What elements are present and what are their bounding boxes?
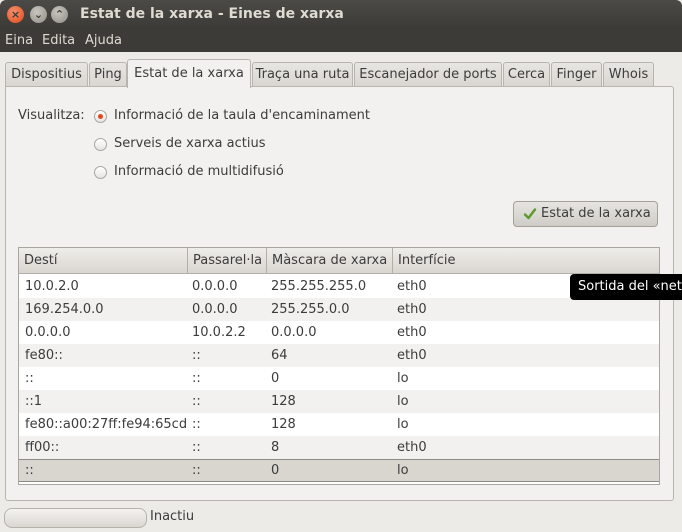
tab-whois[interactable]: Whois [603, 62, 654, 88]
menu-ajuda[interactable]: Ajuda [85, 33, 122, 48]
table-row[interactable]: 169.254.0.0 0.0.0.0 255.255.0.0 eth0 [19, 298, 659, 321]
cell-passarella: :: [192, 371, 201, 386]
cell-passarella: :: [192, 440, 201, 455]
netstat-button-label: Estat de la xarxa [541, 206, 651, 221]
tab-estat-xarxa[interactable]: Estat de la xarxa [127, 59, 251, 88]
cell-passarella: 0.0.0.0 [192, 302, 238, 317]
cell-passarella: 10.0.2.2 [192, 325, 246, 340]
cell-mascara: 128 [271, 417, 296, 432]
cell-desti: ::1 [25, 394, 43, 409]
cell-desti: fe80:: [25, 348, 63, 363]
progress-bar [4, 508, 147, 528]
cell-mascara: 64 [271, 348, 288, 363]
cell-interficie: eth0 [397, 302, 427, 317]
window-title: Estat de la xarxa - Eines de xarxa [80, 6, 344, 22]
table-header: Destí Passarel·la Màscara de xarxa Inter… [19, 248, 659, 274]
cell-desti: fe80::a00:27ff:fe94:65cd [25, 417, 188, 432]
menu-edita[interactable]: Edita [42, 33, 75, 48]
cell-interficie: eth0 [397, 325, 427, 340]
cell-passarella: :: [192, 417, 201, 432]
status-text: Inactiu [150, 509, 195, 524]
menu-bar: Eina Edita Ajuda [0, 30, 682, 52]
table-row[interactable]: 10.0.2.0 0.0.0.0 255.255.255.0 eth0 [19, 275, 659, 298]
cell-passarella: :: [192, 348, 201, 363]
check-icon [523, 208, 537, 220]
maximize-window-button[interactable]: ⌃ [51, 6, 68, 23]
close-window-button[interactable]: × [7, 6, 24, 23]
routing-table[interactable]: Destí Passarel·la Màscara de xarxa Inter… [18, 247, 660, 485]
tab-dispositius[interactable]: Dispositius [5, 62, 88, 88]
column-header-mascara[interactable]: Màscara de xarxa [267, 248, 393, 274]
radio-unselected-icon[interactable] [94, 166, 107, 179]
cell-mascara: 0.0.0.0 [271, 325, 317, 340]
radio-routing-table-label: Informació de la taula d'encaminament [114, 108, 370, 123]
cell-passarella: :: [192, 394, 201, 409]
radio-active-services-label: Serveis de xarxa actius [114, 136, 266, 151]
tooltip: Sortida del «net [570, 274, 682, 300]
table-row[interactable]: fe80::a00:27ff:fe94:65cd :: 128 lo [19, 413, 659, 436]
netstat-button[interactable]: Estat de la xarxa [513, 201, 658, 227]
table-row[interactable]: ff00:: :: 8 eth0 [19, 436, 659, 459]
column-header-desti[interactable]: Destí [19, 248, 188, 274]
cell-passarella: 0.0.0.0 [192, 279, 238, 294]
cell-mascara: 0 [271, 463, 280, 478]
title-bar: × ⌄ ⌃ Estat de la xarxa - Eines de xarxa [0, 0, 682, 30]
column-header-interficie[interactable]: Interfície [393, 248, 659, 274]
tab-cerca[interactable]: Cerca [503, 62, 550, 88]
table-row[interactable]: :: :: 0 lo [19, 367, 659, 390]
menu-eina[interactable]: Eina [5, 33, 33, 48]
cell-desti: ff00:: [25, 440, 60, 455]
cell-desti: 169.254.0.0 [25, 302, 104, 317]
tab-finger[interactable]: Finger [551, 62, 602, 88]
minimize-window-button[interactable]: ⌄ [30, 6, 47, 23]
cell-interficie: eth0 [397, 348, 427, 363]
column-header-passarella[interactable]: Passarel·la [188, 248, 267, 274]
tab-ping[interactable]: Ping [89, 62, 127, 88]
cell-desti: 0.0.0.0 [25, 325, 71, 340]
cell-interficie: eth0 [397, 440, 427, 455]
cell-interficie: lo [397, 371, 409, 386]
cell-mascara: 128 [271, 394, 296, 409]
cell-interficie: lo [397, 463, 409, 478]
cell-passarella: :: [192, 463, 201, 478]
cell-desti: :: [25, 371, 34, 386]
table-row[interactable]: ::1 :: 128 lo [19, 390, 659, 413]
cell-desti: 10.0.2.0 [25, 279, 79, 294]
table-row-selected[interactable]: :: :: 0 lo [19, 459, 659, 482]
radio-unselected-icon[interactable] [94, 138, 107, 151]
cell-interficie: lo [397, 394, 409, 409]
cell-mascara: 255.255.0.0 [271, 302, 350, 317]
tab-traca-ruta[interactable]: Traça una ruta [252, 62, 353, 88]
tab-escanejador-ports[interactable]: Escanejador de ports [354, 62, 502, 88]
status-bar: Inactiu [0, 505, 682, 532]
cell-interficie: eth0 [397, 279, 427, 294]
table-row[interactable]: 0.0.0.0 10.0.2.2 0.0.0.0 eth0 [19, 321, 659, 344]
cell-mascara: 255.255.255.0 [271, 279, 367, 294]
view-label: Visualitza: [18, 108, 85, 123]
cell-desti: :: [25, 463, 34, 478]
radio-selected-icon[interactable] [94, 110, 107, 123]
cell-mascara: 0 [271, 371, 280, 386]
cell-mascara: 8 [271, 440, 280, 455]
radio-multicast-label: Informació de multidifusió [114, 164, 284, 179]
table-row[interactable]: fe80:: :: 64 eth0 [19, 344, 659, 367]
cell-interficie: lo [397, 417, 409, 432]
